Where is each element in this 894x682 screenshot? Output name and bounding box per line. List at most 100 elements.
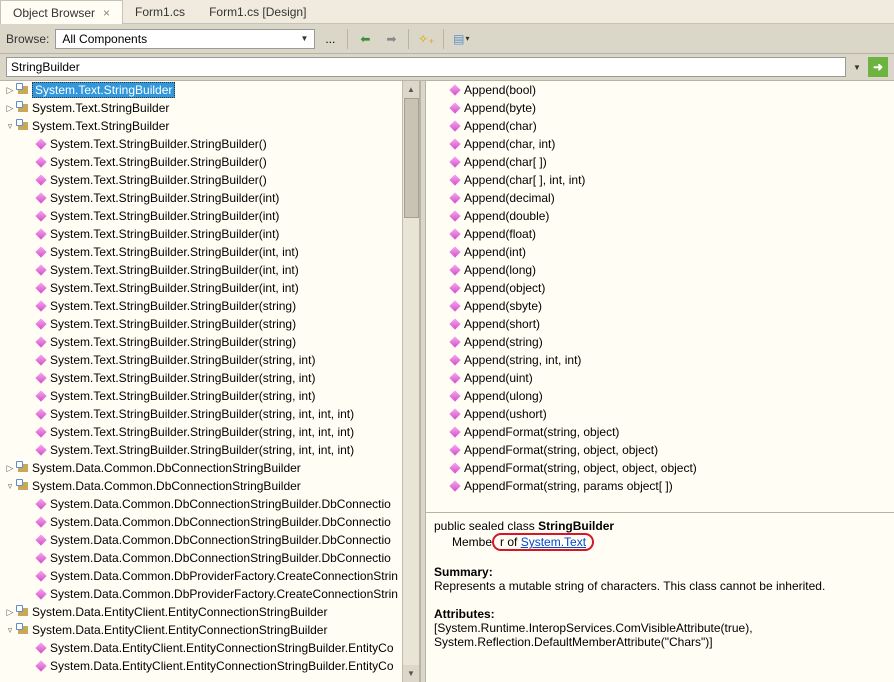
tree-class-node[interactable]: ▷System.Data.EntityClient.EntityConnecti… — [0, 603, 419, 621]
expander-icon[interactable]: ▷ — [4, 607, 16, 618]
tree-method-node[interactable]: System.Text.StringBuilder.StringBuilder(… — [0, 261, 419, 279]
tree-method-node[interactable]: System.Text.StringBuilder.StringBuilder(… — [0, 351, 419, 369]
forward-button[interactable]: ➡ — [380, 28, 402, 50]
tree-method-node[interactable]: System.Text.StringBuilder.StringBuilder(… — [0, 171, 419, 189]
tree-method-node[interactable]: System.Data.EntityClient.EntityConnectio… — [0, 639, 419, 657]
tree-class-node[interactable]: ▿System.Text.StringBuilder — [0, 117, 419, 135]
member-label: Append(long) — [464, 263, 536, 277]
expander-icon[interactable]: ▿ — [4, 625, 16, 636]
member-row[interactable]: Append(float) — [426, 225, 894, 243]
tree-method-node[interactable]: System.Text.StringBuilder.StringBuilder(… — [0, 405, 419, 423]
member-row[interactable]: Append(string) — [426, 333, 894, 351]
tree-method-node[interactable]: System.Data.Common.DbConnectionStringBui… — [0, 549, 419, 567]
settings-button[interactable]: ▤▾ — [450, 28, 472, 50]
tree-class-node[interactable]: ▿System.Data.EntityClient.EntityConnecti… — [0, 621, 419, 639]
tree-class-node[interactable]: ▷System.Data.Common.DbConnectionStringBu… — [0, 459, 419, 477]
scrollbar-vertical[interactable]: ▲ ▼ — [402, 81, 419, 682]
tree-method-node[interactable]: System.Text.StringBuilder.StringBuilder(… — [0, 441, 419, 459]
expander-icon[interactable]: ▷ — [4, 85, 16, 96]
tree-method-node[interactable]: System.Data.Common.DbConnectionStringBui… — [0, 513, 419, 531]
tree-method-node[interactable]: System.Text.StringBuilder.StringBuilder(… — [0, 135, 419, 153]
tree-method-node[interactable]: System.Data.Common.DbConnectionStringBui… — [0, 531, 419, 549]
member-row[interactable]: Append(ushort) — [426, 405, 894, 423]
browse-scope-dropdown[interactable]: All Components ▼ — [55, 29, 315, 49]
member-row[interactable]: Append(char) — [426, 117, 894, 135]
tree-class-node[interactable]: ▷System.Text.StringBuilder — [0, 99, 419, 117]
method-icon — [448, 371, 462, 385]
method-icon — [34, 317, 48, 331]
method-icon — [448, 299, 462, 313]
member-row[interactable]: Append(uint) — [426, 369, 894, 387]
member-row[interactable]: Append(long) — [426, 261, 894, 279]
method-icon — [448, 119, 462, 133]
member-row[interactable]: Append(string, int, int) — [426, 351, 894, 369]
scroll-down-button[interactable]: ▼ — [403, 665, 419, 682]
member-label: Append(float) — [464, 227, 536, 241]
member-row[interactable]: Append(sbyte) — [426, 297, 894, 315]
tree-method-node[interactable]: System.Text.StringBuilder.StringBuilder(… — [0, 369, 419, 387]
member-row[interactable]: AppendFormat(string, object, object, obj… — [426, 459, 894, 477]
tree-method-node[interactable]: System.Data.EntityClient.EntityConnectio… — [0, 657, 419, 675]
search-input[interactable] — [6, 57, 846, 77]
expander-icon[interactable]: ▿ — [4, 481, 16, 492]
add-reference-button[interactable]: ✧₊ — [415, 28, 437, 50]
separator — [347, 29, 348, 49]
tree-method-node[interactable]: System.Data.Common.DbProviderFactory.Cre… — [0, 585, 419, 603]
tree-method-node[interactable]: System.Text.StringBuilder.StringBuilder(… — [0, 243, 419, 261]
close-icon[interactable]: × — [103, 6, 110, 20]
tree-class-node[interactable]: ▷System.Text.StringBuilder — [0, 81, 419, 99]
tab-object-browser[interactable]: Object Browser × — [0, 0, 123, 24]
member-row[interactable]: Append(object) — [426, 279, 894, 297]
tree-method-node[interactable]: System.Data.Common.DbProviderFactory.Cre… — [0, 567, 419, 585]
member-label: Append(decimal) — [464, 191, 555, 205]
tree-method-node[interactable]: System.Text.StringBuilder.StringBuilder(… — [0, 297, 419, 315]
member-row[interactable]: Append(int) — [426, 243, 894, 261]
tree-method-node[interactable]: System.Text.StringBuilder.StringBuilder(… — [0, 423, 419, 441]
member-row[interactable]: Append(ulong) — [426, 387, 894, 405]
tree-label: System.Text.StringBuilder.StringBuilder(… — [50, 353, 315, 367]
tree-method-node[interactable]: System.Text.StringBuilder.StringBuilder(… — [0, 189, 419, 207]
class-icon — [16, 461, 30, 475]
method-icon — [448, 407, 462, 421]
attributes-line: [System.Runtime.InteropServices.ComVisib… — [434, 621, 886, 635]
member-row[interactable]: Append(decimal) — [426, 189, 894, 207]
toolbar: Browse: All Components ▼ ... ⬅ ➡ ✧₊ ▤▾ — [0, 24, 894, 54]
tree-method-node[interactable]: System.Text.StringBuilder.StringBuilder(… — [0, 315, 419, 333]
tree-method-node[interactable]: System.Text.StringBuilder.StringBuilder(… — [0, 333, 419, 351]
tree-method-node[interactable]: System.Text.StringBuilder.StringBuilder(… — [0, 207, 419, 225]
scroll-up-button[interactable]: ▲ — [403, 81, 419, 98]
tab-form1-cs[interactable]: Form1.cs — [123, 0, 197, 23]
expander-icon[interactable]: ▷ — [4, 103, 16, 114]
search-go-button[interactable]: ➜ — [868, 57, 888, 77]
tree-method-node[interactable]: System.Text.StringBuilder.StringBuilder(… — [0, 279, 419, 297]
tree-method-node[interactable]: System.Text.StringBuilder.StringBuilder(… — [0, 225, 419, 243]
member-row[interactable]: Append(char[ ], int, int) — [426, 171, 894, 189]
browse-custom-button[interactable]: ... — [319, 28, 341, 50]
tab-form1-design[interactable]: Form1.cs [Design] — [197, 0, 318, 23]
member-row[interactable]: AppendFormat(string, object, object) — [426, 441, 894, 459]
namespace-tree-panel: ▷System.Text.StringBuilder▷System.Text.S… — [0, 81, 420, 682]
namespace-link[interactable]: System.Text — [521, 535, 586, 549]
member-label: AppendFormat(string, object, object, obj… — [464, 461, 697, 475]
back-button[interactable]: ⬅ — [354, 28, 376, 50]
member-row[interactable]: Append(byte) — [426, 99, 894, 117]
member-row[interactable]: AppendFormat(string, object) — [426, 423, 894, 441]
tree-method-node[interactable]: System.Text.StringBuilder.StringBuilder(… — [0, 387, 419, 405]
member-row[interactable]: AppendFormat(string, params object[ ]) — [426, 477, 894, 495]
member-row[interactable]: Append(double) — [426, 207, 894, 225]
class-icon — [16, 101, 30, 115]
search-history-dropdown[interactable]: ▼ — [850, 63, 864, 72]
tree-label: System.Text.StringBuilder.StringBuilder(… — [50, 155, 267, 169]
member-row[interactable]: Append(char[ ]) — [426, 153, 894, 171]
tree-class-node[interactable]: ▿System.Data.Common.DbConnectionStringBu… — [0, 477, 419, 495]
member-row[interactable]: Append(bool) — [426, 81, 894, 99]
member-row[interactable]: Append(char, int) — [426, 135, 894, 153]
method-icon — [448, 443, 462, 457]
expander-icon[interactable]: ▿ — [4, 121, 16, 132]
tree-method-node[interactable]: System.Data.Common.DbConnectionStringBui… — [0, 495, 419, 513]
scroll-thumb[interactable] — [404, 98, 419, 218]
expander-icon[interactable]: ▷ — [4, 463, 16, 474]
member-row[interactable]: Append(short) — [426, 315, 894, 333]
tree-method-node[interactable]: System.Text.StringBuilder.StringBuilder(… — [0, 153, 419, 171]
separator — [408, 29, 409, 49]
